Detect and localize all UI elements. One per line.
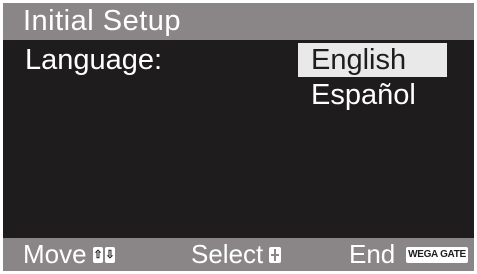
- wega-gate-button-icon: WEGA GATE: [406, 247, 468, 263]
- setup-screen: Initial Setup Language: English Español …: [3, 3, 474, 271]
- option-label: Español: [311, 79, 416, 111]
- language-option-espanol[interactable]: Español: [298, 78, 447, 112]
- down-arrow-key: ⇩: [105, 247, 115, 263]
- option-label: English: [311, 44, 407, 76]
- page-title: Initial Setup: [23, 5, 182, 37]
- select-hint-label: Select: [191, 239, 264, 269]
- end-hint-label: End: [349, 239, 396, 269]
- select-button-icon: [269, 247, 281, 263]
- move-hint-label: Move: [23, 239, 87, 269]
- language-option-english[interactable]: English: [298, 43, 447, 77]
- title-bar: Initial Setup: [3, 3, 474, 40]
- up-arrow-key: ⇧: [93, 247, 103, 263]
- up-down-arrows-icon: ⇧ ⇩: [93, 247, 115, 263]
- language-label: Language:: [25, 44, 163, 76]
- footer-help-bar: Move ⇧ ⇩ Select End WEGA GATE: [3, 238, 474, 271]
